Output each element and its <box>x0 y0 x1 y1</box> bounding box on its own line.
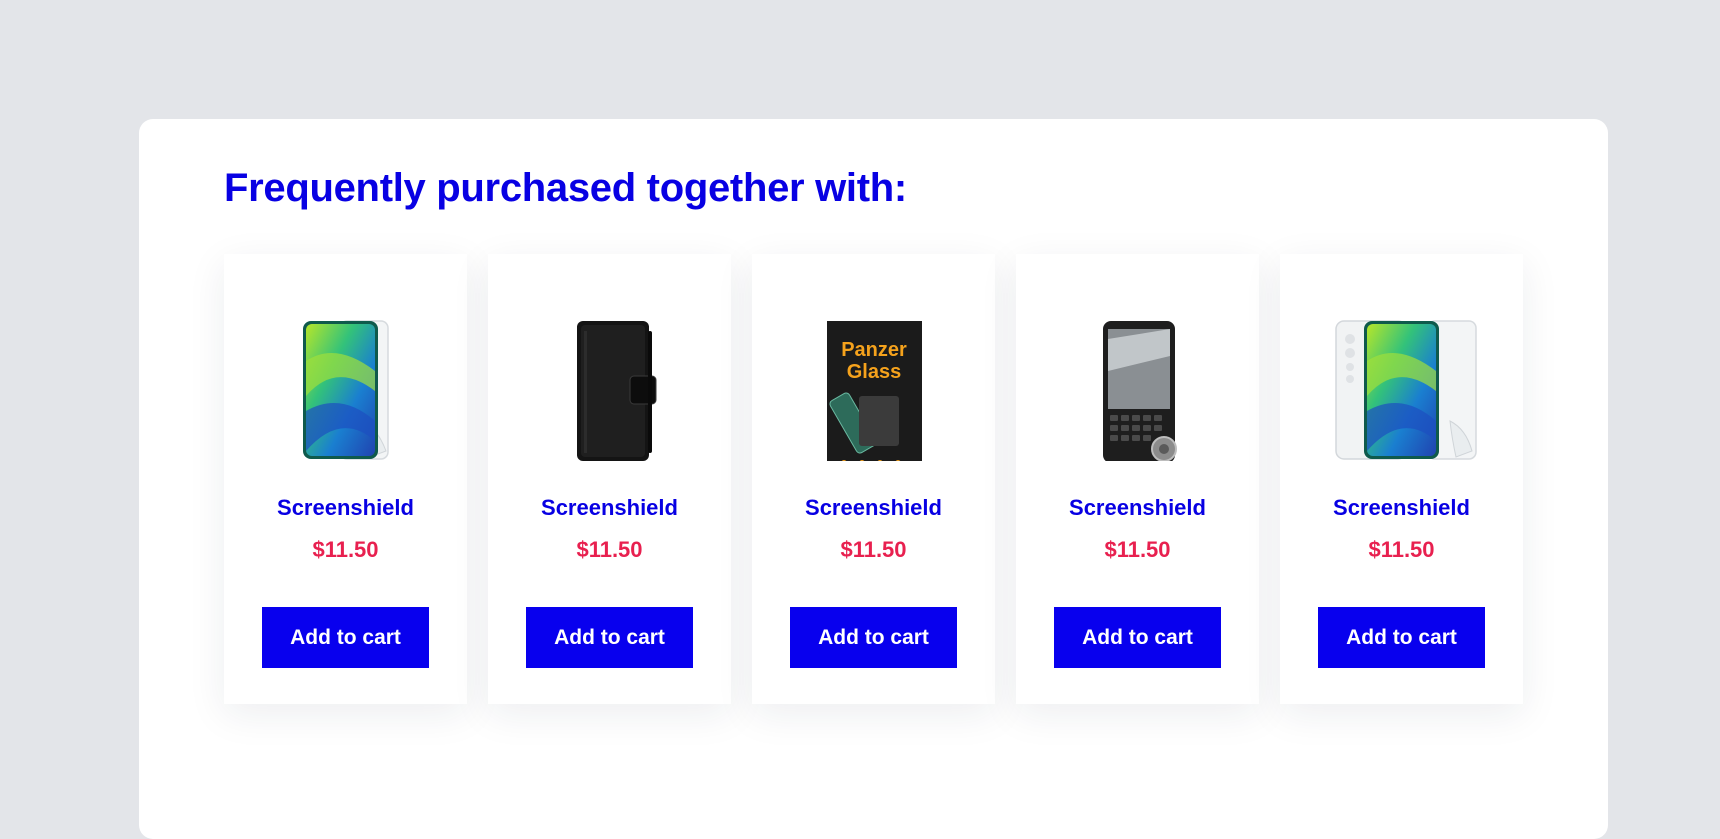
add-to-cart-button[interactable]: Add to cart <box>1054 607 1221 668</box>
product-name[interactable]: Screenshield <box>224 495 467 521</box>
keyboard-phone-image <box>1102 321 1177 461</box>
product-name[interactable]: Screenshield <box>1280 495 1523 521</box>
add-to-cart-button[interactable]: Add to cart <box>790 607 957 668</box>
product-name[interactable]: Screenshield <box>1016 495 1259 521</box>
package-brand-line1: Panzer <box>841 339 907 361</box>
flip-case-image <box>576 321 656 461</box>
phone-full-body-protector-image <box>1334 320 1477 460</box>
package-brand-line2: Glass <box>846 361 900 383</box>
phone-screen-protector-image <box>302 320 389 460</box>
section-title: Frequently purchased together with: <box>224 166 907 210</box>
product-price: $11.50 <box>840 537 907 562</box>
add-to-cart-button[interactable]: Add to cart <box>262 607 429 668</box>
add-to-cart-button[interactable]: Add to cart <box>526 607 693 668</box>
add-to-cart-button[interactable]: Add to cart <box>1318 607 1485 668</box>
product-card: Panzer Glass Screenshield $11.50 Add to … <box>752 254 995 704</box>
panzerglass-package-image: Panzer Glass <box>826 321 922 461</box>
product-image-link[interactable] <box>530 301 690 461</box>
product-image-link[interactable] <box>266 301 426 461</box>
product-name[interactable]: Screenshield <box>752 495 995 521</box>
product-card: Screenshield $11.50 Add to cart <box>1280 254 1523 704</box>
product-price: $11.50 <box>312 537 379 562</box>
product-image-link[interactable]: Panzer Glass <box>794 301 954 461</box>
product-price: $11.50 <box>1368 537 1435 562</box>
product-price: $11.50 <box>576 537 643 562</box>
product-name[interactable]: Screenshield <box>488 495 731 521</box>
product-card: Screenshield $11.50 Add to cart <box>1016 254 1259 704</box>
product-image-link[interactable] <box>1058 301 1218 461</box>
product-list: Screenshield $11.50 Add to cart Screensh… <box>224 254 1524 704</box>
product-card: Screenshield $11.50 Add to cart <box>224 254 467 704</box>
product-image-link[interactable] <box>1322 301 1482 461</box>
product-price: $11.50 <box>1104 537 1171 562</box>
product-card: Screenshield $11.50 Add to cart <box>488 254 731 704</box>
